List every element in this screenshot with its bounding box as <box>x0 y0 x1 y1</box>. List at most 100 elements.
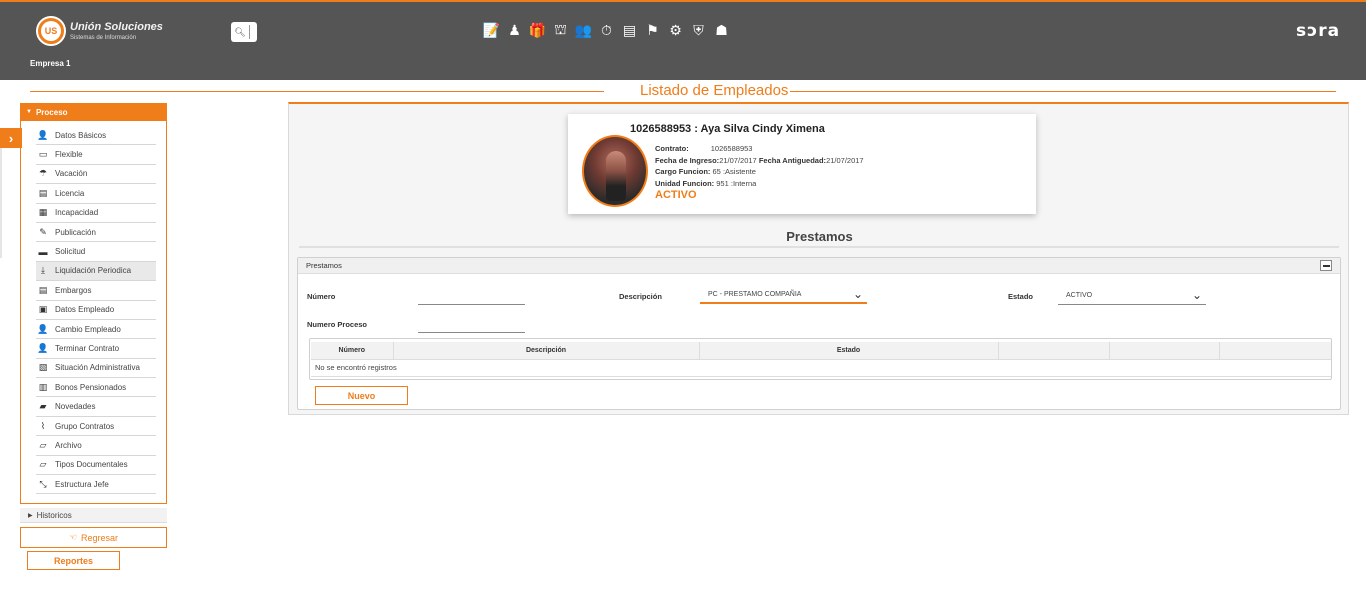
user-remove-icon: 👤 <box>37 342 49 353</box>
sidebar-item-bonos-pensionados[interactable]: ▥ Bonos Pensionados <box>36 378 156 398</box>
sidebar-item-flexible[interactable]: ▭ Flexible <box>36 145 156 165</box>
fecha-antiguedad-value: 21/07/2017 <box>826 155 864 165</box>
sidebar-item-situaci-n-administrativa[interactable]: ▧ Situación Administrativa <box>36 359 156 379</box>
sidebar-item-label: Grupo Contratos <box>55 421 115 431</box>
chevron-down-icon: ⌄ <box>852 287 863 301</box>
organization-icon[interactable]: ⛫ <box>549 20 572 40</box>
sidebar-toggle-button[interactable]: › <box>0 128 22 148</box>
empty-message: No se encontró registros <box>311 359 1331 377</box>
folder-open-icon: ▱ <box>39 439 47 450</box>
sidebar-item-incapacidad[interactable]: ▦ Incapacidad <box>36 204 156 223</box>
sidebar-item-archivo[interactable]: ▱ Archivo <box>36 436 156 456</box>
file-icon: ▧ <box>38 362 48 373</box>
descripcion-label: Descripción <box>619 292 662 301</box>
sidebar-item-solicitud[interactable]: ▬ Solicitud <box>36 242 156 262</box>
grid-column-header[interactable] <box>1218 342 1331 360</box>
sidebar-item-embargos[interactable]: ▤ Embargos <box>36 281 156 301</box>
company-name: Empresa 1 <box>30 59 71 68</box>
stopwatch-icon[interactable]: ⏱ <box>595 20 618 40</box>
page-title-bar: Listado de Empleados <box>30 82 1336 100</box>
medical-icon: ▦ <box>38 207 48 218</box>
download-icon: ⤓ <box>41 265 45 276</box>
user-icon: 👤 <box>37 129 49 140</box>
unidad-label: Unidad Funcion: <box>655 178 715 188</box>
compress-icon: ⤡ <box>39 478 47 489</box>
meeting-icon[interactable]: ☗ <box>710 20 733 40</box>
descripcion-select[interactable]: PC - PRESTAMO COMPAÑIA ⌄ <box>700 287 867 304</box>
numero-input[interactable] <box>418 291 525 305</box>
sidebar-item-terminar-contrato[interactable]: 👤 Terminar Contrato <box>36 339 156 359</box>
search-divider <box>249 25 250 39</box>
fecha-antiguedad-label: Fecha Antiguedad: <box>758 155 827 165</box>
sidebar-item-datos-empleado[interactable]: ▣ Datos Empleado <box>36 301 156 320</box>
estado-select[interactable]: ACTIVO ⌄ <box>1058 288 1206 305</box>
money-icon: ▭ <box>38 149 48 160</box>
sidebar-item-label: Vacación <box>55 169 88 179</box>
logo-subtitle: Sistemas de Información <box>70 34 137 41</box>
presentation-icon[interactable]: ⚑ <box>641 20 664 40</box>
regresar-label: Regresar <box>81 532 119 543</box>
sidebar-item-label: Publicación <box>55 227 96 237</box>
descripcion-value: PC - PRESTAMO COMPAÑIA <box>708 291 802 298</box>
sidebar-item-label: Situación Administrativa <box>55 363 140 373</box>
sidebar-item-liquidaci-n-periodica[interactable]: ⤓ Liquidación Periodica <box>36 261 156 282</box>
grid-column-header[interactable] <box>997 342 1109 360</box>
search-button[interactable]: 🔍︎ <box>231 22 257 42</box>
employee-status: ACTIVO <box>655 189 697 201</box>
sidebar-item-label: Cambio Empleado <box>55 324 121 334</box>
sidebar-item-licencia[interactable]: ▤ Licencia <box>36 184 156 204</box>
users-icon[interactable]: 👥 <box>572 20 595 40</box>
sidebar-item-publicaci-n[interactable]: ✎ Publicación <box>36 223 156 243</box>
regresar-button[interactable]: ☜ Regresar <box>20 527 167 548</box>
sidebar-item-estructura-jefe[interactable]: ⤡ Estructura Jefe <box>36 475 156 495</box>
panel-title: Prestamos <box>306 261 342 270</box>
page-title: Listado de Empleados <box>640 82 789 99</box>
grid-column-header[interactable] <box>1108 342 1219 360</box>
sidebar-item-label: Embargos <box>55 285 92 295</box>
shield-user-icon[interactable]: ⛨ <box>687 20 710 40</box>
sidebar-section-proceso[interactable]: ▼ Proceso <box>20 103 167 121</box>
grid-column-header[interactable]: Estado <box>698 342 998 360</box>
grid-column-header[interactable]: Número <box>311 342 393 360</box>
cargo-label: Cargo Funcion: <box>655 167 711 176</box>
sidebar-item-label: Archivo <box>55 440 82 450</box>
user-gear-icon[interactable]: ♟ <box>503 20 526 40</box>
grid-column-header[interactable]: Descripción <box>392 342 699 360</box>
estado-value: ACTIVO <box>1066 292 1093 299</box>
comment-icon: ▰ <box>39 401 47 412</box>
report-icon[interactable]: ▤ <box>618 20 641 40</box>
sidebar-item-label: Novedades <box>55 402 96 412</box>
contrato-label: Contrato: <box>655 144 689 153</box>
employee-info: Contrato: 1026588953 Fecha de Ingreso: 21/… <box>655 143 864 189</box>
sidebar-item-vacaci-n[interactable]: ☂ Vacación <box>36 165 156 185</box>
sidebar-item-tipos-documentales[interactable]: ▱ Tipos Documentales <box>36 456 156 476</box>
brand-logo: sɔra <box>1296 21 1341 41</box>
sidebar-item-novedades[interactable]: ▰ Novedades <box>36 397 156 417</box>
sidebar-item-datos-b-sicos[interactable]: 👤 Datos Básicos <box>36 126 156 146</box>
employee-title: 1026588953 : Aya Silva Cindy Ximena <box>630 123 825 135</box>
sidebar-item-label: Tipos Documentales <box>55 460 128 470</box>
main-panel: 1026588953 : Aya Silva Cindy Ximena Cont… <box>288 102 1349 415</box>
sidebar-item-label: Datos Básicos <box>55 130 107 140</box>
gift-icon[interactable]: 🎁 <box>526 20 549 40</box>
contrato-value: 1026588953 <box>710 144 753 153</box>
collapse-button[interactable] <box>1320 260 1332 271</box>
chevron-down-icon: ⌄ <box>1191 288 1202 302</box>
top-bar: US Unión Soluciones Sistemas de Informac… <box>0 0 1366 80</box>
sidebar-section-historicos[interactable]: ▶ Historicos <box>20 508 167 523</box>
edit-document-icon[interactable]: 📝 <box>480 20 503 40</box>
company-logo[interactable]: US Unión Soluciones Sistemas de Informac… <box>36 16 163 46</box>
reportes-button[interactable]: Reportes <box>27 551 120 570</box>
numero-proceso-input[interactable] <box>418 319 525 333</box>
module-toolbar: 📝 ♟ 🎁 ⛫ 👥 ⏱ ▤ ⚑ ⚙ ⛨ ☗ <box>480 20 733 40</box>
sidebar-item-cambio-empleado[interactable]: 👤 Cambio Empleado <box>36 320 156 340</box>
sidebar-item-grupo-contratos[interactable]: ⌇ Grupo Contratos <box>36 417 156 437</box>
sidebar-item-label: Bonos Pensionados <box>55 382 127 392</box>
estado-label: Estado <box>1008 292 1034 301</box>
sidebar-item-label: Estructura Jefe <box>55 479 109 489</box>
sidebar-item-label: Incapacidad <box>55 208 99 218</box>
network-icon[interactable]: ⚙ <box>664 20 687 40</box>
nuevo-button[interactable]: Nuevo <box>315 386 408 405</box>
fecha-ingreso-label: Fecha de Ingreso: <box>655 155 720 165</box>
numero-proceso-label: Numero Proceso <box>307 320 368 329</box>
